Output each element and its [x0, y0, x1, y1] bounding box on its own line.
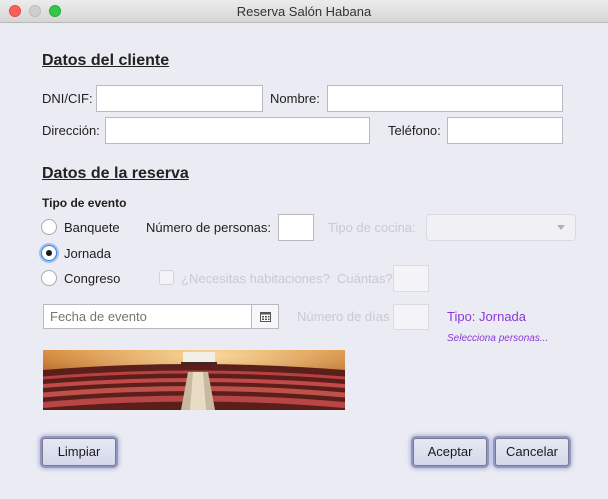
- radio-banquete-label[interactable]: Banquete: [64, 220, 120, 235]
- num-dias-label: Número de días: [297, 309, 390, 324]
- nombre-label: Nombre:: [270, 91, 320, 106]
- calendar-icon: [259, 312, 271, 322]
- cuantas-input[interactable]: [393, 265, 429, 292]
- section-heading-reserva: Datos de la reserva: [42, 165, 189, 182]
- cancelar-button[interactable]: Cancelar: [495, 438, 569, 466]
- habitaciones-label: ¿Necesitas habitaciones?: [181, 271, 330, 286]
- telefono-label: Teléfono:: [388, 123, 441, 138]
- calendar-button[interactable]: [251, 304, 279, 329]
- auditorium-image: [43, 350, 345, 410]
- nombre-input[interactable]: [327, 85, 563, 112]
- radio-congreso-label[interactable]: Congreso: [64, 271, 120, 286]
- title-bar: Reserva Salón Habana: [0, 0, 608, 23]
- cuantas-label: Cuántas?: [337, 271, 393, 286]
- habitaciones-checkbox[interactable]: [159, 270, 174, 285]
- radio-congreso[interactable]: [41, 270, 57, 286]
- dni-label: DNI/CIF:: [42, 91, 93, 106]
- auditorium-illustration: [43, 350, 345, 410]
- fecha-evento-input[interactable]: [43, 304, 252, 329]
- tipo-evento-label: Tipo de evento: [42, 196, 127, 210]
- section-heading-cliente: Datos del cliente: [42, 52, 170, 69]
- telefono-input[interactable]: [447, 117, 563, 144]
- radio-jornada-label[interactable]: Jornada: [64, 246, 111, 261]
- num-dias-input[interactable]: [393, 304, 429, 330]
- tipo-status-text: Tipo: Jornada: [447, 309, 527, 324]
- radio-jornada[interactable]: [41, 245, 57, 261]
- tipo-cocina-label: Tipo de cocina:: [328, 220, 416, 235]
- dni-input[interactable]: [96, 85, 263, 112]
- app-window: Reserva Salón Habana Datos del cliente D…: [0, 0, 608, 499]
- direccion-label: Dirección:: [42, 123, 100, 138]
- chevron-down-icon: [557, 225, 565, 230]
- radio-banquete[interactable]: [41, 219, 57, 235]
- num-personas-label: Número de personas:: [146, 220, 272, 235]
- tipo-cocina-select[interactable]: [426, 214, 576, 241]
- limpiar-button[interactable]: Limpiar: [42, 438, 116, 466]
- hint-text: Selecciona personas...: [447, 333, 549, 344]
- direccion-input[interactable]: [105, 117, 370, 144]
- window-title: Reserva Salón Habana: [236, 4, 372, 19]
- aceptar-button[interactable]: Aceptar: [413, 438, 487, 466]
- num-personas-input[interactable]: [278, 214, 314, 241]
